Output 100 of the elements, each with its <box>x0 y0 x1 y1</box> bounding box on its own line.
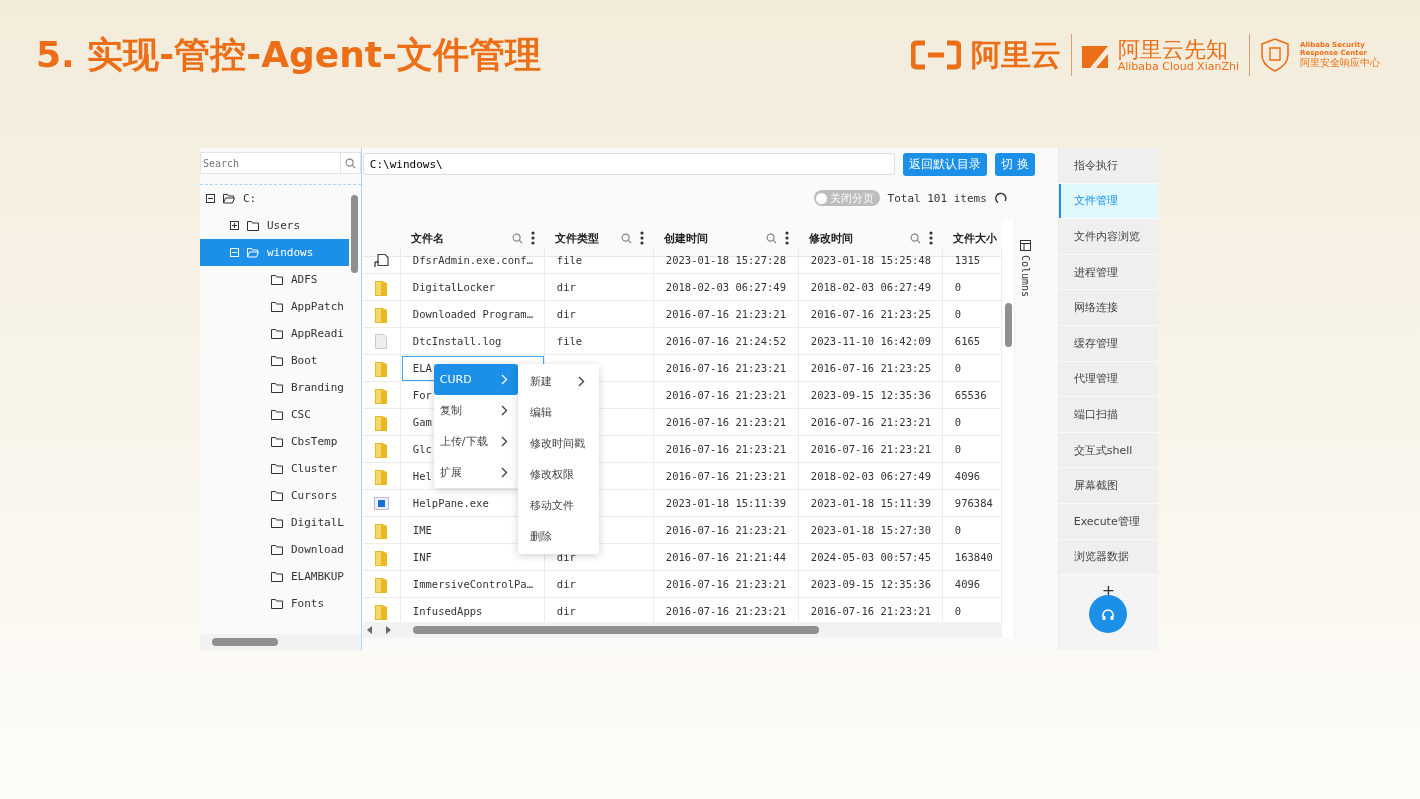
table-cell: 2018-02-03 06:27:49 <box>798 463 943 490</box>
search-icon[interactable] <box>909 232 921 244</box>
sidebar-item[interactable]: 网络连接 <box>1058 290 1158 326</box>
folder-icon <box>271 382 283 393</box>
add-label: + <box>1101 583 1116 600</box>
table-cell: 0 <box>942 274 1002 301</box>
table-cell: DigitalLocker <box>400 274 545 301</box>
table-cell: dir <box>544 274 654 301</box>
scrollbar-thumb[interactable] <box>412 626 819 634</box>
table-cell: 2016-07-16 21:23:21 <box>653 382 799 409</box>
table-cell: 2016-07-16 21:24:52 <box>653 328 799 355</box>
headset-button[interactable] <box>1089 595 1128 634</box>
horizontal-scrollbar[interactable] <box>362 622 1003 638</box>
kebab-menu-icon[interactable] <box>530 231 535 245</box>
folder-icon <box>271 301 283 312</box>
tree-item[interactable]: AppReadi <box>200 320 349 347</box>
table-cell: 2016-07-16 21:23:21 <box>798 436 943 463</box>
tree-item[interactable]: Cursors <box>200 482 349 509</box>
table-cell: 2016-07-16 21:23:21 <box>653 463 799 490</box>
tree-item[interactable]: ADFS <box>200 266 349 293</box>
tree-item[interactable]: Fonts <box>200 590 349 617</box>
table-cell: 0 <box>942 409 1002 436</box>
column-header[interactable]: 创建时间 <box>653 220 799 257</box>
folder-icon <box>375 521 388 539</box>
tree-item[interactable]: C: <box>200 185 349 212</box>
sidebar-item[interactable]: Execute管理 <box>1058 503 1158 540</box>
sidebar-item[interactable]: 端口扫描 <box>1058 397 1158 433</box>
tree-item[interactable]: ELAMBKUP <box>200 563 349 590</box>
folder-icon <box>271 409 283 420</box>
table-cell: 4096 <box>942 463 1002 490</box>
tree-item[interactable]: Boot <box>200 347 349 374</box>
search-button[interactable] <box>340 152 361 174</box>
open-folder-icon <box>247 247 259 258</box>
expand-icon[interactable] <box>230 221 239 230</box>
kebab-menu-icon[interactable] <box>784 231 789 245</box>
table-cell: 2016-07-16 21:23:21 <box>653 355 799 382</box>
sidebar-item[interactable]: 代理管理 <box>1058 361 1158 398</box>
tree-item[interactable]: DigitalL <box>200 509 349 536</box>
table-cell: 2016-07-16 21:23:25 <box>798 301 943 328</box>
table-cell: 6165 <box>942 328 1002 355</box>
table-cell: 65536 <box>942 382 1002 409</box>
column-header[interactable]: 文件类型 <box>544 220 654 257</box>
total-count: Total 101 items <box>887 191 987 205</box>
table-cell: file <box>544 247 654 274</box>
table-cell: 2018-02-03 06:27:49 <box>653 274 799 301</box>
tree-item[interactable]: CSC <box>200 401 349 428</box>
column-header[interactable]: 修改时间 <box>798 220 943 257</box>
tree-item[interactable]: Branding <box>200 374 349 401</box>
columns-icon <box>1019 240 1031 251</box>
kebab-menu-icon[interactable] <box>639 231 644 245</box>
scrollbar-thumb[interactable] <box>351 195 359 273</box>
table-cell: 2018-02-03 06:27:49 <box>798 274 943 301</box>
kebab-menu-icon[interactable] <box>928 231 933 245</box>
search-field[interactable]: Search <box>200 152 341 174</box>
sidebar-item[interactable]: 屏幕截图 <box>1058 468 1158 504</box>
tree-item[interactable]: AppPatch <box>200 293 349 320</box>
tree-item[interactable]: CbsTemp <box>200 428 349 455</box>
tree-item[interactable]: Download <box>200 536 349 563</box>
folder-icon <box>375 548 388 566</box>
folder-icon <box>375 359 388 377</box>
refresh-icon[interactable] <box>994 192 1007 204</box>
sidebar-item[interactable]: 浏览器数据 <box>1058 539 1158 576</box>
search-icon[interactable] <box>620 232 632 244</box>
table-cell: 2023-01-18 15:11:39 <box>798 490 943 517</box>
sidebar-item[interactable]: 缓存管理 <box>1058 325 1158 362</box>
folder-icon <box>375 305 388 323</box>
scroll-right-icon[interactable] <box>384 626 391 634</box>
collapse-icon[interactable] <box>206 194 215 203</box>
scrollbar-thumb[interactable] <box>1004 303 1012 347</box>
scroll-left-icon[interactable] <box>366 626 373 634</box>
folder-icon <box>271 598 283 609</box>
folder-icon <box>375 467 388 485</box>
scrollbar-thumb[interactable] <box>212 638 278 646</box>
sidebar-item[interactable]: 交互式shell <box>1058 432 1158 469</box>
path-field[interactable]: C:\windows\ <box>362 153 896 175</box>
tree-item[interactable]: Cluster <box>200 455 349 482</box>
tree-item[interactable]: Users <box>200 212 349 239</box>
sidebar-item[interactable]: 文件内容浏览 <box>1058 219 1158 255</box>
table-cell: 0 <box>942 355 1002 382</box>
folder-icon <box>375 602 388 620</box>
column-header[interactable]: 文件名 <box>400 220 545 257</box>
table-cell: 2023-11-10 16:42:09 <box>798 328 943 355</box>
folder-icon <box>375 440 388 458</box>
table-cell: 2023-01-18 15:27:28 <box>653 247 799 274</box>
folder-icon <box>375 386 388 404</box>
table-cell: 163840 <box>942 544 1002 571</box>
search-icon[interactable] <box>511 232 523 244</box>
table-cell: file <box>544 328 654 355</box>
table-cell: 2023-01-18 15:11:39 <box>653 490 799 517</box>
horizontal-scrollbar[interactable] <box>200 634 361 650</box>
table-cell: 2016-07-16 21:23:21 <box>653 517 799 544</box>
table-cell: Downloaded Program… <box>400 301 545 328</box>
search-icon[interactable] <box>765 232 777 244</box>
sidebar-item[interactable]: 进程管理 <box>1058 254 1158 291</box>
cloud-bracket-logo-icon <box>910 40 961 70</box>
document-icon <box>375 333 388 349</box>
brand-name: 阿里安全响应中心 <box>1300 57 1380 69</box>
column-header[interactable]: 文件大小 <box>942 220 1002 257</box>
sidebar-item[interactable]: 指令执行 <box>1058 148 1158 184</box>
columns-tab[interactable]: Columns <box>1014 220 1035 638</box>
